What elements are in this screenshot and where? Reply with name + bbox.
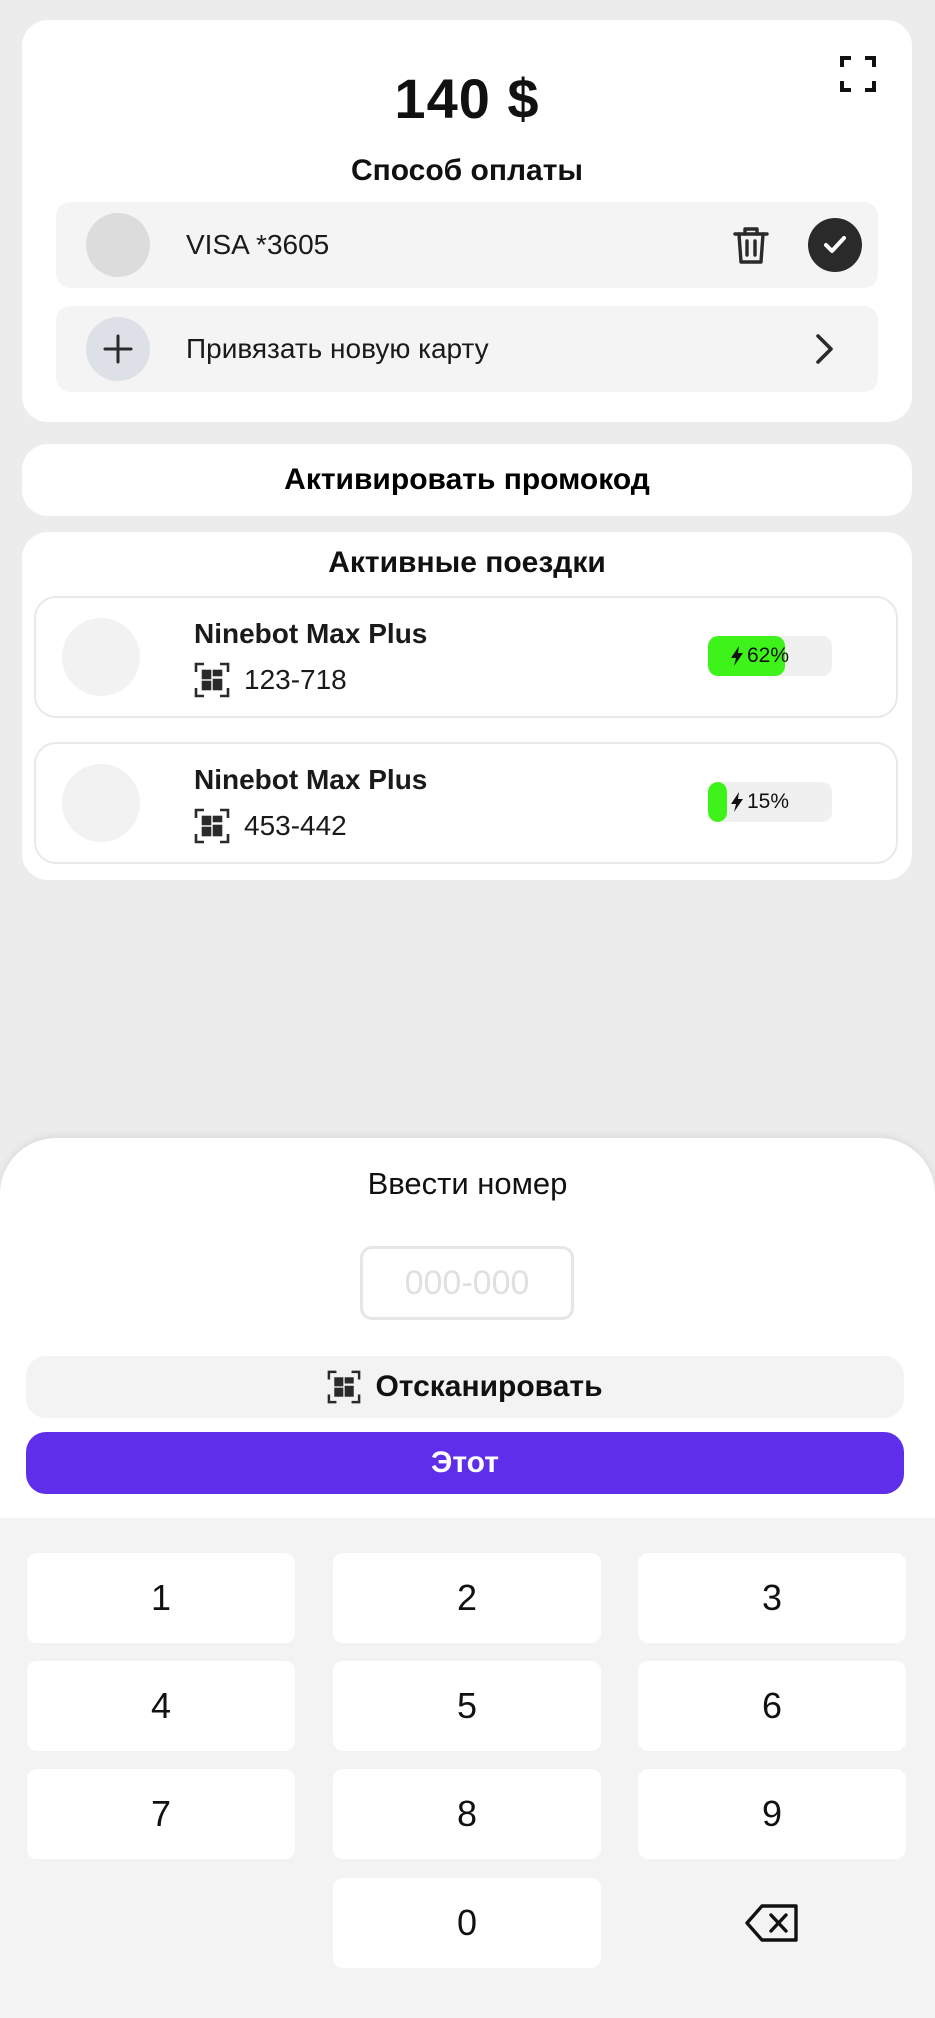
battery-percent: 15% (747, 790, 790, 813)
key-5[interactable]: 5 (333, 1661, 601, 1751)
scooter-number: 453-442 (194, 806, 347, 846)
bolt-icon (731, 792, 743, 812)
battery-indicator: 62% (708, 636, 832, 676)
add-card-label: Привязать новую карту (186, 333, 489, 364)
scooter-name: Ninebot Max Plus (194, 764, 428, 795)
scan-button[interactable]: Отсканировать (26, 1356, 904, 1418)
chevron-right-icon (816, 334, 833, 364)
promo-label: Активировать промокод (284, 463, 650, 496)
scan-label: Отсканировать (375, 1370, 603, 1403)
qr-scan-icon (194, 662, 230, 698)
scooter-name: Ninebot Max Plus (194, 618, 428, 649)
ride-item[interactable]: Ninebot Max Plus 453-442 15% (34, 742, 898, 864)
key-4[interactable]: 4 (27, 1661, 295, 1751)
qr-scan-icon (194, 808, 230, 844)
payment-card: 140 $ Способ оплаты VISA *3605 Привязать… (22, 20, 912, 422)
ride-item[interactable]: Ninebot Max Plus 123-718 62% (34, 596, 898, 718)
scooter-image-placeholder (62, 618, 140, 696)
scooter-number-input[interactable] (360, 1246, 574, 1320)
qr-scan-icon (328, 1370, 361, 1404)
backspace-icon (745, 1904, 798, 1942)
active-rides-title: Активные поездки (328, 546, 606, 579)
key-9[interactable]: 9 (638, 1769, 906, 1859)
numeric-keypad: 1 2 3 4 5 6 7 8 9 0 (0, 1518, 935, 2018)
check-icon (824, 236, 846, 253)
key-0[interactable]: 0 (333, 1878, 601, 1968)
card-label: VISA *3605 (186, 229, 330, 260)
card-logo-placeholder (86, 213, 150, 277)
card-selected-check[interactable] (808, 218, 862, 272)
scooter-number-text: 123-718 (244, 664, 347, 695)
confirm-button[interactable]: Этот (26, 1432, 904, 1494)
key-7[interactable]: 7 (27, 1769, 295, 1859)
balance-amount: 140 $ (394, 67, 540, 130)
key-2[interactable]: 2 (333, 1553, 601, 1643)
payment-method-title: Способ оплаты (350, 154, 584, 187)
fullscreen-icon[interactable] (838, 54, 878, 94)
saved-card-row[interactable]: VISA *3605 (56, 202, 878, 288)
bolt-icon (731, 646, 743, 666)
active-rides-card: Активные поездки Ninebot Max Plus 123-71… (22, 532, 912, 880)
key-8[interactable]: 8 (333, 1769, 601, 1859)
add-card-row[interactable]: Привязать новую карту (56, 306, 878, 392)
activate-promo-button[interactable]: Активировать промокод (22, 444, 912, 516)
battery-percent: 62% (747, 644, 790, 667)
scooter-image-placeholder (62, 764, 140, 842)
key-6[interactable]: 6 (638, 1661, 906, 1751)
trash-icon[interactable] (728, 222, 774, 268)
key-1[interactable]: 1 (27, 1553, 295, 1643)
scooter-number-text: 453-442 (244, 810, 347, 841)
sheet-title: Ввести номер (367, 1166, 568, 1201)
plus-icon (86, 317, 150, 381)
backspace-button[interactable] (638, 1878, 906, 1968)
key-3[interactable]: 3 (638, 1553, 906, 1643)
battery-indicator: 15% (708, 782, 832, 822)
battery-fill (708, 782, 727, 822)
scooter-number: 123-718 (194, 660, 347, 700)
